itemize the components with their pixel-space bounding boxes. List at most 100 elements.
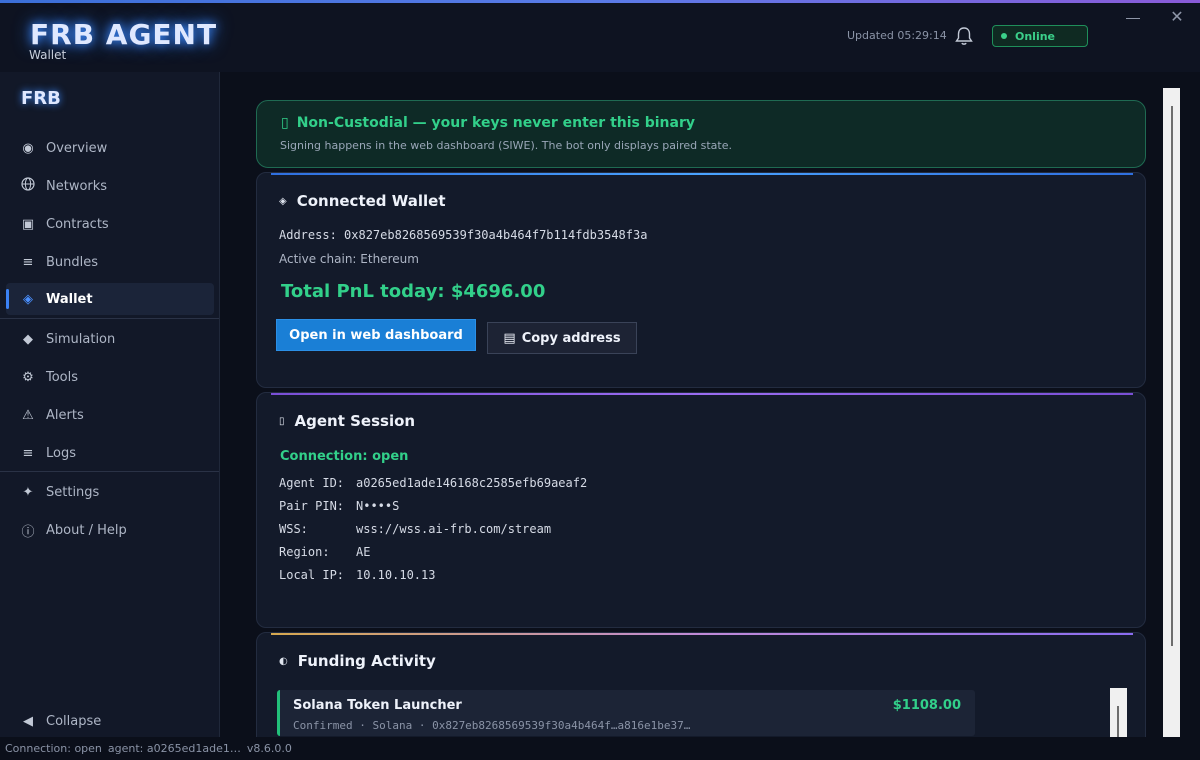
copy-address-button[interactable]: ▤ Copy address xyxy=(487,322,637,354)
sidebar-item-label: Tools xyxy=(46,369,79,385)
status-connection: Connection: open xyxy=(5,742,102,755)
online-status-badge: Online xyxy=(992,25,1088,47)
half-circle-icon: ◐ xyxy=(279,655,288,667)
copy-address-label: Copy address xyxy=(521,330,621,346)
warning-icon: ⚠ xyxy=(22,407,34,423)
key-icon: ▯ xyxy=(281,115,289,131)
active-chain: Active chain: Ethereum xyxy=(279,252,419,266)
sidebar-divider xyxy=(0,471,219,472)
sidebar-item-label: Bundles xyxy=(46,254,99,270)
sidebar-item-logs[interactable]: ≡ Logs xyxy=(6,437,214,469)
minimize-button[interactable] xyxy=(1124,10,1142,26)
card-title-text: Connected Wallet xyxy=(296,192,446,210)
card-title-text: Agent Session xyxy=(294,412,416,430)
sidebar-item-bundles[interactable]: ≡ Bundles xyxy=(6,246,214,278)
status-dot-icon xyxy=(1001,33,1007,39)
simulation-icon: ◆ xyxy=(23,331,33,347)
updated-timestamp: Updated 05:29:14 xyxy=(847,29,947,42)
session-key: Agent ID: xyxy=(279,476,345,490)
sidebar-item-overview[interactable]: ◉ Overview xyxy=(6,132,214,164)
sidebar-item-tools[interactable]: ⚙ Tools xyxy=(6,361,214,393)
pair-pin-value: N••••S xyxy=(356,499,400,513)
activity-amount: $1108.00 xyxy=(892,698,961,713)
top-accent-line xyxy=(0,0,1200,3)
sidebar-item-label: Simulation xyxy=(46,331,116,347)
sidebar-item-settings[interactable]: ✦ Settings xyxy=(6,476,214,508)
local-ip-value: 10.10.10.13 xyxy=(356,568,436,582)
non-custodial-banner: ▯ Non-Custodial — your keys never enter t… xyxy=(256,100,1146,168)
session-icon: ▯ xyxy=(279,415,285,427)
sidebar-item-label: Settings xyxy=(46,484,100,500)
sidebar-item-alerts[interactable]: ⚠ Alerts xyxy=(6,399,214,431)
sidebar-item-label: Alerts xyxy=(46,407,84,423)
collapse-button[interactable]: ◀ Collapse xyxy=(6,705,214,737)
card-title: ◐ Funding Activity xyxy=(279,652,436,670)
app-title: FRB AGENT xyxy=(30,18,218,51)
list-item[interactable]: Solana Token Launcher $1108.00 Confirmed… xyxy=(277,690,975,736)
card-title-text: Funding Activity xyxy=(297,652,436,670)
sidebar-divider xyxy=(0,318,219,319)
session-key: Region: xyxy=(279,545,330,559)
overview-icon: ◉ xyxy=(22,140,34,156)
sidebar-item-contracts[interactable]: ▣ Contracts xyxy=(6,208,214,240)
gear-icon: ⚙ xyxy=(22,369,34,385)
agent-session-card: ▯ Agent Session Connection: open Agent I… xyxy=(256,392,1146,628)
clipboard-icon: ▤ xyxy=(503,330,516,346)
banner-title: ▯ Non-Custodial — your keys never enter t… xyxy=(281,115,695,131)
session-row: Agent ID: a0265ed1ade146168c2585efb69aeaf… xyxy=(279,476,587,490)
sidebar-item-label: Networks xyxy=(46,178,108,194)
session-row: Local IP: 10.10.10.13 xyxy=(279,568,435,582)
status-version: v8.6.0.0 xyxy=(246,742,292,755)
activity-meta: Confirmed · Solana · 0x827eb8268569539f3… xyxy=(293,719,691,732)
main-scrollbar[interactable] xyxy=(1163,88,1180,737)
region-value: AE xyxy=(356,545,371,559)
sidebar: FRB ◉ Overview Networks ▣ Contracts ≡ Bu… xyxy=(0,72,220,737)
card-accent xyxy=(271,173,1133,175)
connected-wallet-card: ◈ Connected Wallet Address: 0x827eb82685… xyxy=(256,172,1146,388)
online-status-label: Online xyxy=(1015,29,1056,43)
close-button[interactable]: ✕ xyxy=(1168,8,1186,26)
title-bar: FRB AGENT Wallet Updated 05:29:14 Online… xyxy=(0,0,1200,72)
scrollbar-thumb[interactable] xyxy=(1171,106,1173,646)
close-icon: ✕ xyxy=(1170,7,1184,26)
sidebar-item-networks[interactable]: Networks xyxy=(6,170,214,202)
open-dashboard-button[interactable]: Open in web dashboard xyxy=(276,319,476,351)
wss-value: wss://wss.ai-frb.com/stream xyxy=(356,522,552,536)
card-title: ◈ Connected Wallet xyxy=(279,192,446,210)
banner-subtitle: Signing happens in the web dashboard (SI… xyxy=(280,139,732,152)
session-row: Region: AE xyxy=(279,545,370,559)
sidebar-item-wallet[interactable]: ◈ Wallet xyxy=(6,283,214,315)
diamond-icon: ◈ xyxy=(279,195,287,207)
bell-icon[interactable] xyxy=(953,25,975,47)
wallet-icon: ◈ xyxy=(23,291,33,307)
agent-id-value: a0265ed1ade146168c2585efb69aeaf2 xyxy=(356,476,588,490)
minimize-icon xyxy=(1126,18,1140,19)
session-row: Pair PIN: N••••S xyxy=(279,499,399,513)
sidebar-item-simulation[interactable]: ◆ Simulation xyxy=(6,323,214,355)
globe-icon xyxy=(6,177,46,195)
session-row: WSS: wss://wss.ai-frb.com/stream xyxy=(279,522,551,536)
session-key: Local IP: xyxy=(279,568,345,582)
contracts-icon: ▣ xyxy=(21,216,35,232)
sidebar-item-label: Contracts xyxy=(46,216,109,232)
bundles-icon: ≡ xyxy=(22,254,34,270)
collapse-label: Collapse xyxy=(46,713,102,729)
info-icon: ⓘ xyxy=(21,524,35,540)
sidebar-item-label: Overview xyxy=(46,140,108,156)
total-pnl: Total PnL today: $4696.00 xyxy=(281,281,546,302)
page-subtitle: Wallet xyxy=(29,48,67,62)
card-accent xyxy=(271,393,1133,395)
sidebar-item-about[interactable]: ⓘ About / Help xyxy=(6,514,214,546)
sidebar-logo: FRB xyxy=(21,88,61,109)
activity-name: Solana Token Launcher xyxy=(293,698,462,713)
status-agent: agent: a0265ed1ade1… xyxy=(107,742,241,755)
chevron-left-icon: ◀ xyxy=(23,713,33,729)
session-key: WSS: xyxy=(279,522,308,536)
card-title: ▯ Agent Session xyxy=(279,412,415,430)
sidebar-item-label: About / Help xyxy=(46,522,127,538)
logs-icon: ≡ xyxy=(22,445,34,461)
banner-title-text: Non-Custodial — your keys never enter th… xyxy=(296,115,696,131)
sidebar-item-label: Wallet xyxy=(46,291,93,307)
connection-status: Connection: open xyxy=(280,449,409,464)
settings-icon: ✦ xyxy=(22,484,34,500)
